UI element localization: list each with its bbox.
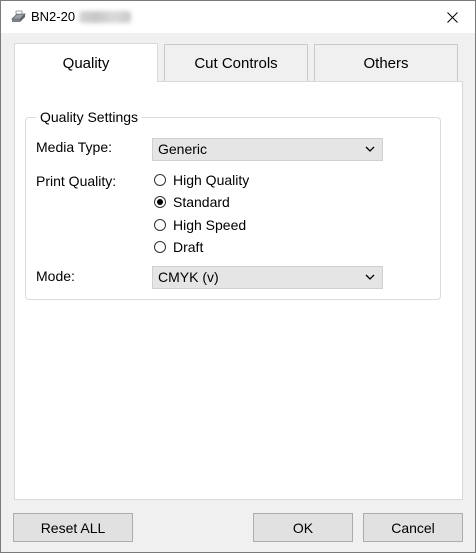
window-title: BN2-20 (31, 9, 76, 24)
media-type-select[interactable]: Generic (152, 138, 383, 161)
radio-button[interactable] (154, 241, 166, 253)
printer-icon (11, 10, 26, 22)
radio-button[interactable] (154, 174, 166, 186)
media-type-label: Media Type: (36, 139, 113, 155)
radio-high-speed[interactable]: High Speed (154, 217, 246, 233)
tab-others[interactable]: Others (314, 44, 458, 81)
quality-tab-panel: Quality Settings Media Type: Generic Pri… (14, 81, 463, 500)
radio-draft[interactable]: Draft (154, 239, 203, 255)
chevron-down-icon (365, 274, 375, 280)
ok-button[interactable]: OK (253, 513, 353, 542)
mode-label: Mode: (36, 268, 75, 284)
radio-button[interactable] (154, 196, 166, 208)
radio-standard[interactable]: Standard (154, 194, 230, 210)
radio-label: Standard (173, 194, 230, 210)
media-type-value: Generic (158, 141, 208, 157)
radio-label: High Quality (173, 172, 250, 188)
print-quality-label: Print Quality: (36, 173, 117, 189)
tab-label: Quality (62, 54, 110, 72)
tab-quality[interactable]: Quality (14, 43, 158, 82)
mode-select[interactable]: CMYK (v) (152, 266, 383, 289)
radio-button[interactable] (154, 219, 166, 231)
radio-high-quality[interactable]: High Quality (154, 172, 249, 188)
title-redacted-region (79, 11, 131, 23)
dialog-window: BN2-20 Quality Cut Controls Others Quali… (0, 0, 476, 553)
close-button[interactable] (429, 1, 475, 33)
reset-all-button[interactable]: Reset ALL (13, 513, 133, 542)
tab-label: Cut Controls (194, 54, 278, 72)
mode-value: CMYK (v) (158, 269, 219, 285)
chevron-down-icon (365, 146, 375, 152)
cancel-button[interactable]: Cancel (363, 513, 463, 542)
button-label: Cancel (391, 519, 435, 536)
group-title: Quality Settings (36, 109, 143, 125)
title-bar: BN2-20 (1, 1, 475, 33)
button-label: Reset ALL (40, 519, 106, 536)
close-icon (446, 11, 458, 23)
quality-settings-group: Quality Settings Media Type: Generic Pri… (25, 109, 441, 300)
radio-label: Draft (173, 239, 204, 255)
tab-label: Others (363, 54, 409, 72)
tab-cut-controls[interactable]: Cut Controls (164, 44, 308, 81)
button-label: OK (292, 519, 314, 536)
radio-label: High Speed (173, 217, 247, 233)
